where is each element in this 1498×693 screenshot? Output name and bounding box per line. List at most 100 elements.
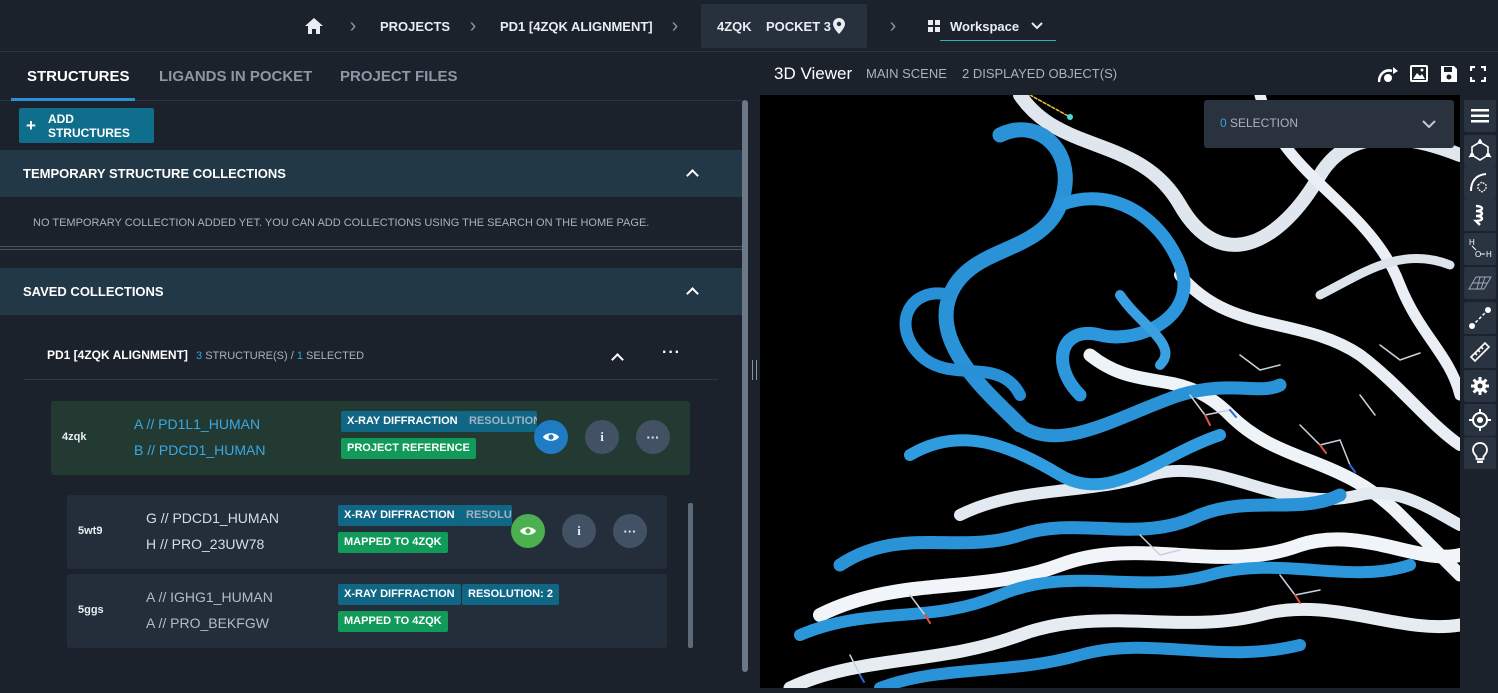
resolution-badge: RESOLU xyxy=(460,505,512,526)
viewer-title: 3D Viewer xyxy=(774,64,853,83)
surface-button[interactable] xyxy=(1464,167,1496,199)
menu-icon xyxy=(1471,109,1489,123)
more-button[interactable]: ··· xyxy=(613,514,647,548)
reference-badge: PROJECT REFERENCE xyxy=(341,438,476,459)
cartoon-icon xyxy=(1473,204,1484,226)
chevron-up-icon[interactable] xyxy=(686,167,698,179)
visibility-toggle[interactable] xyxy=(511,514,545,548)
more-icon: ··· xyxy=(646,429,660,445)
structure-code: 5ggs xyxy=(78,604,104,616)
save-icon[interactable] xyxy=(1440,65,1458,83)
tab-structures[interactable]: STRUCTURES xyxy=(27,53,130,101)
camera-reset-icon[interactable] xyxy=(1378,65,1400,83)
tab-project-files[interactable]: PROJECT FILES xyxy=(340,53,458,101)
tab-ligands-in-pocket[interactable]: LIGANDS IN POCKET xyxy=(159,53,312,101)
ruler-button[interactable] xyxy=(1464,336,1496,368)
structures-text: STRUCTURE(S) / xyxy=(205,350,294,362)
add-structures-button[interactable]: + ADD STRUCTURES xyxy=(19,108,154,143)
fullscreen-icon[interactable] xyxy=(1470,66,1486,82)
displayed-objects[interactable]: 2 DISPLAYED OBJECT(S) xyxy=(962,66,1117,81)
protein-ribbon-render xyxy=(783,95,1460,688)
structures-count: 3 xyxy=(196,350,203,362)
target-icon xyxy=(1469,409,1491,431)
chevron-right-icon: › xyxy=(469,15,477,37)
breadcrumb-project[interactable]: PD1 [4ZQK ALIGNMENT] xyxy=(500,0,653,52)
distance-icon xyxy=(1469,307,1491,329)
svg-text:H: H xyxy=(1469,238,1475,247)
lightbulb-icon xyxy=(1472,442,1488,463)
cartoon-button[interactable] xyxy=(1464,199,1496,231)
selection-dropdown[interactable]: 0 SELECTION xyxy=(1204,100,1454,148)
chain-label[interactable]: A // IGHG1_HUMAN xyxy=(146,589,273,605)
home-button[interactable] xyxy=(304,0,324,52)
collection-name: PD1 [4ZQK ALIGNMENT] xyxy=(47,348,188,362)
saved-collections-header[interactable]: SAVED COLLECTIONS xyxy=(0,268,742,315)
grid-icon xyxy=(928,20,940,32)
settings-button[interactable] xyxy=(1464,370,1496,402)
molecule-button[interactable] xyxy=(1464,135,1496,167)
workspace-dropdown[interactable]: Workspace xyxy=(928,12,1056,41)
chain-label[interactable]: G // PDCD1_HUMAN xyxy=(146,510,279,526)
resize-handle[interactable] xyxy=(752,360,757,380)
collection-summary: 3 STRUCTURE(S) / 1 SELECTED xyxy=(196,350,364,362)
collapse-collection-icon[interactable] xyxy=(611,351,623,363)
method-badge: X-RAY DIFFRACTION xyxy=(338,584,461,605)
structure-card-4zqk[interactable]: 4zqk A // PD1L1_HUMAN B // PDCD1_HUMAN X… xyxy=(51,401,690,475)
ruler-icon xyxy=(1469,341,1491,363)
center-button[interactable] xyxy=(1464,404,1496,436)
panel-scrollbar[interactable] xyxy=(742,100,748,672)
location-pin-icon xyxy=(833,18,845,34)
3d-viewport[interactable] xyxy=(760,95,1460,688)
eye-icon xyxy=(543,433,559,441)
chain-label: H // PRO_23UW78 xyxy=(146,536,265,552)
info-button[interactable]: i xyxy=(585,420,619,454)
image-icon[interactable] xyxy=(1410,65,1428,82)
structures-panel: STRUCTURES LIGANDS IN POCKET PROJECT FIL… xyxy=(0,53,750,693)
chevron-down-icon xyxy=(1031,22,1043,30)
selected-count: 1 xyxy=(296,350,303,362)
inner-scrollbar[interactable] xyxy=(688,503,693,648)
method-badge: X-RAY DIFFRACTION xyxy=(341,411,464,432)
svg-text:O: O xyxy=(1475,250,1481,259)
menu-button[interactable] xyxy=(1464,100,1496,132)
info-icon: i xyxy=(600,429,604,444)
gear-icon xyxy=(1471,377,1489,395)
scene-label[interactable]: MAIN SCENE xyxy=(866,66,947,81)
structure-card-5ggs[interactable]: 5ggs A // IGHG1_HUMAN A // PRO_BEKFGW X-… xyxy=(67,574,667,648)
mesh-icon xyxy=(1468,276,1492,290)
home-icon xyxy=(305,18,323,34)
collection-more-icon[interactable]: ··· xyxy=(662,344,681,362)
collection-row[interactable]: PD1 [4ZQK ALIGNMENT] 3 STRUCTURE(S) / 1 … xyxy=(24,330,718,380)
surface-icon xyxy=(1470,173,1487,193)
distance-button[interactable] xyxy=(1464,302,1496,334)
mesh-button[interactable] xyxy=(1464,267,1496,299)
hydrogen-button[interactable]: HOH xyxy=(1464,233,1496,265)
structure-code: 5wt9 xyxy=(78,525,103,537)
active-tab-indicator xyxy=(11,98,135,101)
chevron-up-icon[interactable] xyxy=(686,285,698,297)
breadcrumb-pocket[interactable]: POCKET 3 xyxy=(766,0,831,52)
chevron-right-icon: › xyxy=(889,15,897,37)
structure-code: 4zqk xyxy=(62,431,87,443)
breadcrumb-structure[interactable]: 4ZQK xyxy=(717,0,752,52)
breadcrumb-projects[interactable]: PROJECTS xyxy=(380,0,450,52)
divider xyxy=(0,246,742,250)
structure-card-5wt9[interactable]: 5wt9 G // PDCD1_HUMAN H // PRO_23UW78 X-… xyxy=(67,495,667,569)
molecule-icon xyxy=(1468,139,1492,161)
info-icon: i xyxy=(577,523,581,538)
mapped-badge: MAPPED TO 4ZQK xyxy=(338,532,448,553)
resolution-badge: RESOLUTION: 2 xyxy=(462,584,559,605)
add-structures-label: ADD STRUCTURES xyxy=(47,111,130,140)
info-button[interactable]: i xyxy=(562,514,596,548)
hydrogen-icon: HO H xyxy=(1469,238,1492,259)
hint-button[interactable] xyxy=(1464,437,1496,469)
workspace-label: Workspace xyxy=(950,18,1020,34)
plus-icon: + xyxy=(26,116,36,135)
chevron-right-icon: › xyxy=(349,15,357,37)
chain-label[interactable]: A // PD1L1_HUMAN xyxy=(134,416,260,432)
visibility-toggle[interactable] xyxy=(534,420,568,454)
more-button[interactable]: ··· xyxy=(636,420,670,454)
eye-icon xyxy=(520,527,536,535)
selection-label: SELECTION xyxy=(1230,116,1299,130)
temporary-collections-header[interactable]: TEMPORARY STRUCTURE COLLECTIONS xyxy=(0,150,742,197)
